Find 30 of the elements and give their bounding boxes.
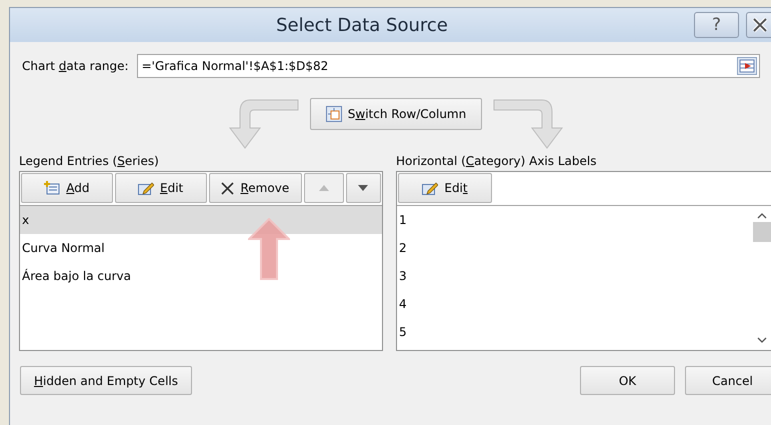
hidden-empty-cells-button[interactable]: Hidden and Empty Cells xyxy=(20,366,192,395)
remove-x-icon xyxy=(221,182,234,194)
close-icon xyxy=(752,17,768,33)
down-triangle-icon xyxy=(358,185,368,191)
collapse-dialog-icon[interactable] xyxy=(737,57,757,75)
edit-pencil-icon xyxy=(422,181,438,195)
remove-button[interactable]: Remove xyxy=(208,173,302,203)
scroll-down-icon[interactable] xyxy=(757,336,767,344)
axis-labels-label: Horizontal (Category) Axis Labels xyxy=(396,154,598,170)
add-button[interactable]: Add xyxy=(21,173,113,203)
help-button[interactable]: ? xyxy=(694,12,739,38)
close-button[interactable] xyxy=(746,12,771,38)
legend-entries-label: Legend Entries (Series) xyxy=(19,154,160,170)
window-title: Select Data Source xyxy=(275,14,449,36)
series-item[interactable]: x xyxy=(20,206,382,234)
ok-button[interactable]: OK xyxy=(580,366,675,395)
swap-table-icon xyxy=(326,106,342,122)
move-down-button[interactable] xyxy=(346,173,381,203)
up-triangle-icon xyxy=(318,185,329,191)
cancel-button[interactable]: Cancel xyxy=(685,366,771,395)
edit-button[interactable]: Edit xyxy=(114,173,206,203)
add-list-icon xyxy=(44,181,60,195)
range-field[interactable]: ='Grafica Normal'!$A$1:$D$82 xyxy=(136,54,760,78)
annotation-arrow xyxy=(248,218,290,280)
edit-button[interactable]: Edit xyxy=(398,173,492,203)
range-label: Chart data range: xyxy=(22,59,129,73)
scroll-up-icon[interactable] xyxy=(757,212,767,220)
switch-row-column-button[interactable]: Switch Row/Column xyxy=(310,98,482,130)
edit-pencil-icon xyxy=(138,181,154,195)
scroll-thumb[interactable] xyxy=(753,222,771,242)
